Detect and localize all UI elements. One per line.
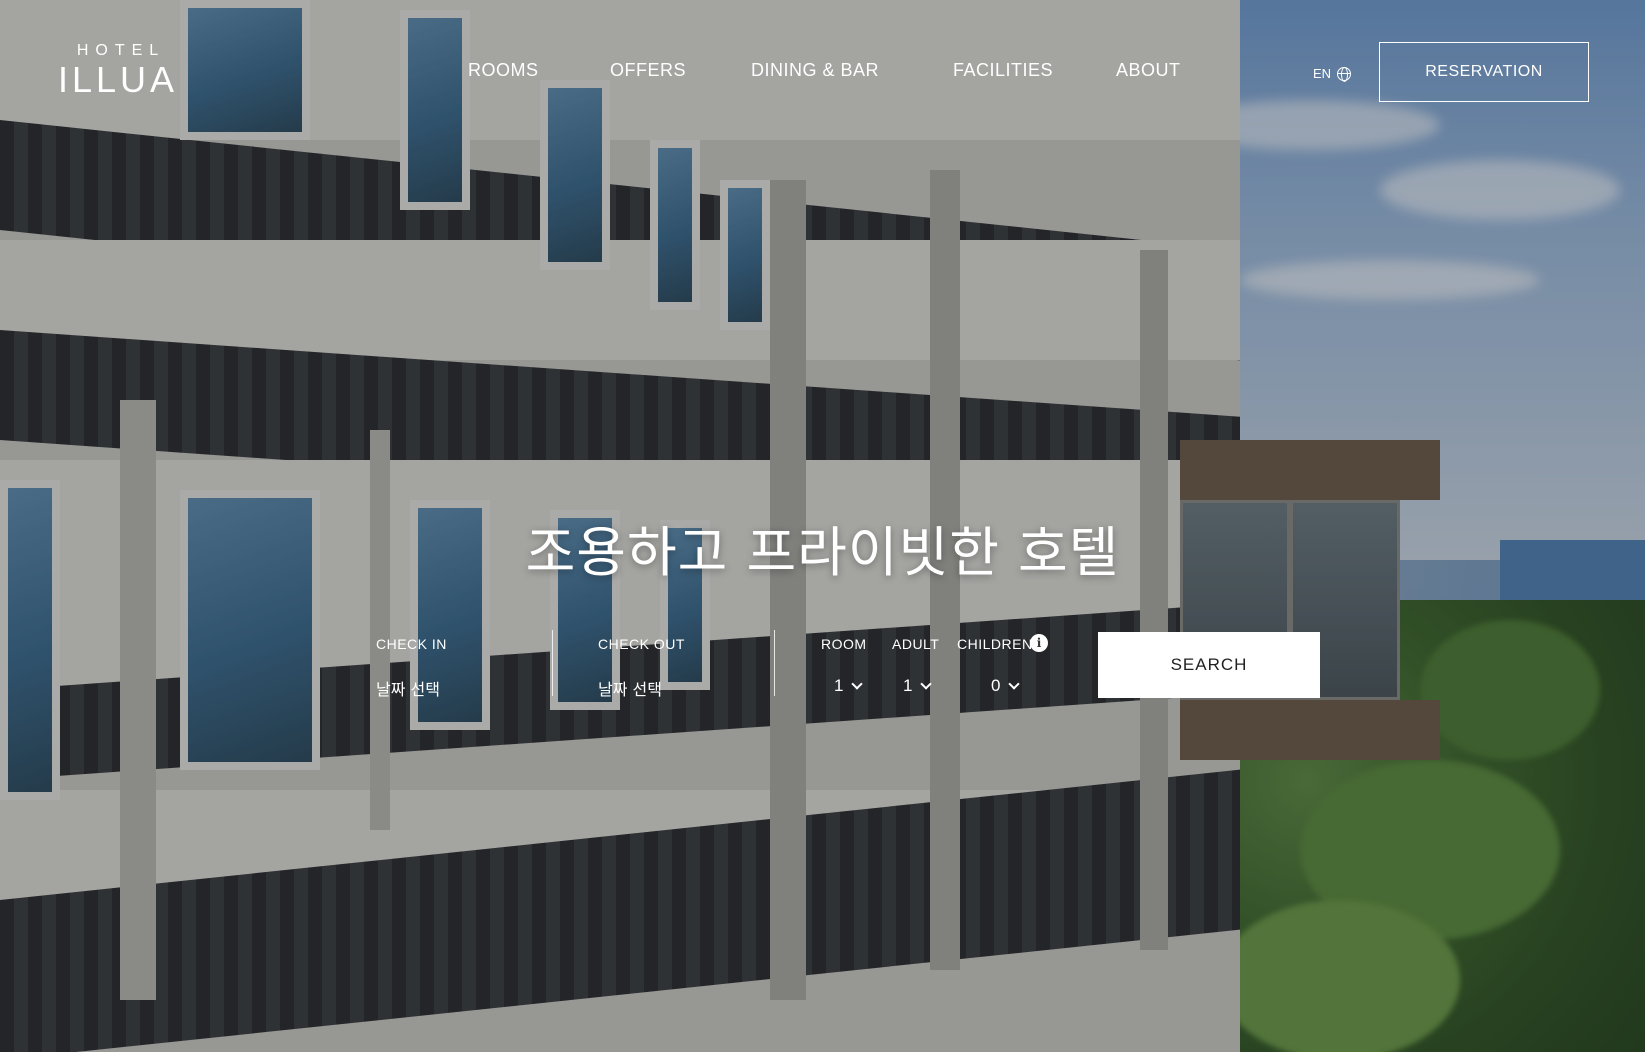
nav-dining-bar[interactable]: DINING & BAR: [751, 60, 879, 81]
reservation-button[interactable]: RESERVATION: [1379, 42, 1589, 102]
adult-label: ADULT: [892, 636, 940, 652]
divider: [774, 630, 775, 696]
search-button[interactable]: SEARCH: [1098, 632, 1320, 698]
hero-title: 조용하고 프라이빗한 호텔: [525, 521, 1120, 584]
divider: [552, 630, 553, 696]
nav-about[interactable]: ABOUT: [1116, 60, 1181, 81]
nav-facilities[interactable]: FACILITIES: [953, 60, 1053, 81]
globe-icon: [1337, 66, 1352, 82]
language-label: EN: [1313, 66, 1332, 81]
language-selector[interactable]: EN: [1313, 66, 1352, 82]
check-out-value[interactable]: 날짜 선택: [598, 676, 662, 700]
logo-hotel-text: HOTEL: [76, 42, 166, 59]
room-label: ROOM: [821, 636, 867, 652]
check-out-label: CHECK OUT: [598, 636, 685, 652]
nav-rooms[interactable]: ROOMS: [468, 60, 539, 81]
children-value: 0: [991, 676, 1001, 695]
check-in-value[interactable]: 날짜 선택: [376, 676, 440, 700]
room-value: 1: [834, 676, 844, 695]
adult-select[interactable]: 1: [903, 676, 933, 696]
info-icon[interactable]: i: [1030, 634, 1048, 652]
check-in-label: CHECK IN: [376, 636, 447, 652]
children-select[interactable]: 0: [991, 676, 1021, 696]
children-label: CHILDREN: [957, 636, 1033, 652]
room-select[interactable]: 1: [834, 676, 864, 696]
adult-value: 1: [903, 676, 913, 695]
chevron-down-icon: [1008, 678, 1021, 690]
chevron-down-icon: [851, 678, 864, 690]
chevron-down-icon: [920, 678, 933, 690]
nav-offers[interactable]: OFFERS: [610, 60, 686, 81]
booking-bar: CHECK IN 날짜 선택 CHECK OUT 날짜 선택 ROOM 1 AD…: [0, 630, 1645, 710]
